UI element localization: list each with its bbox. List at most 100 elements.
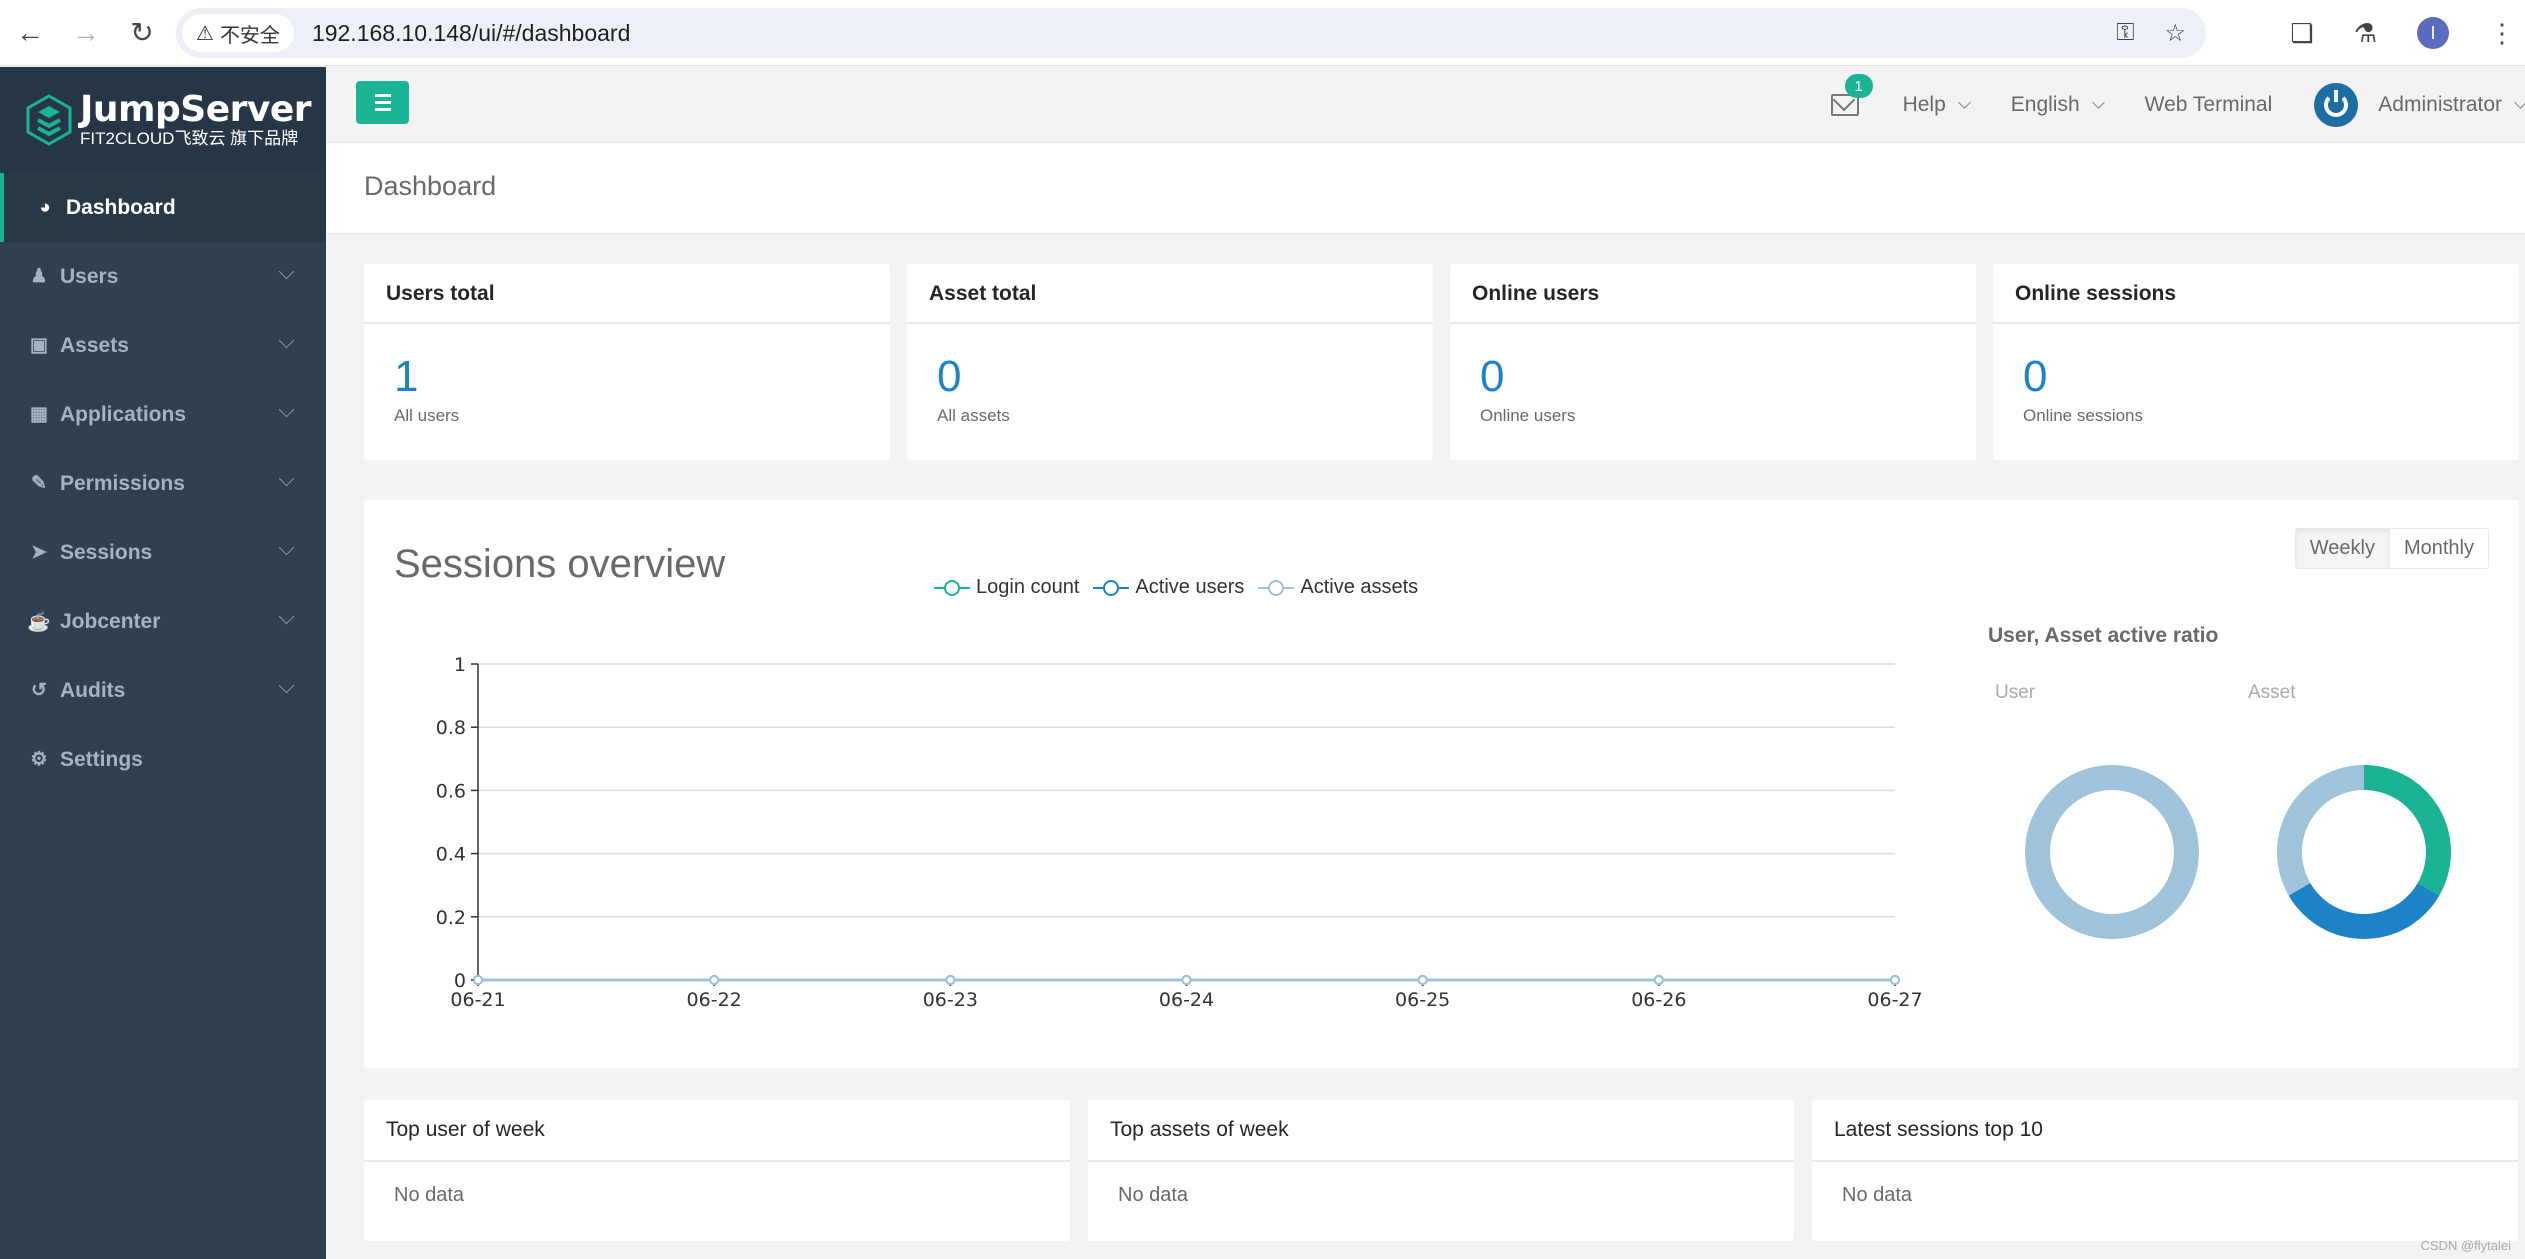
donut-slice — [2364, 765, 2452, 896]
sidebar-item-applications[interactable]: ▦ Applications — [0, 380, 326, 449]
chevron-down-icon — [1957, 95, 1971, 109]
data-point — [1890, 975, 1900, 985]
legend-line-circle-icon — [1258, 578, 1295, 598]
extensions-icon[interactable]: ❏ — [2290, 18, 2313, 49]
sidebar-item-users[interactable]: ♟ Users — [0, 242, 326, 311]
stat-value: 1 — [394, 352, 419, 401]
chevron-down-icon — [278, 263, 295, 280]
monthly-button[interactable]: Monthly — [2389, 529, 2488, 568]
card-title: Latest sessions top 10 — [1812, 1100, 2518, 1162]
sidebar-item-assets[interactable]: ▣ Assets — [0, 311, 326, 380]
stat-title: Users total — [364, 264, 890, 324]
web-terminal-link[interactable]: Web Terminal — [2145, 93, 2273, 117]
key-icon[interactable]: ⚿ — [2116, 19, 2134, 47]
web-terminal-label: Web Terminal — [2144, 93, 2273, 116]
x-tick-label: 06-22 — [687, 989, 742, 1011]
sidebar-menu: ◕ Dashboard ♟ Users ▣ Assets ▦ Applicati… — [0, 173, 326, 794]
chevron-down-icon — [2091, 95, 2105, 109]
notification-badge: 1 — [1844, 74, 1873, 98]
url-text[interactable]: 192.168.10.148/ui/#/dashboard — [312, 20, 630, 47]
user-dropdown[interactable]: Administrator — [2314, 83, 2525, 127]
top-user-card: Top user of week No data — [364, 1100, 1070, 1241]
stat-value: 0 — [1480, 352, 1505, 401]
reload-button[interactable]: ↻ — [116, 7, 168, 59]
x-tick-label: 06-27 — [1867, 989, 1922, 1011]
y-tick-label: 0.4 — [436, 844, 466, 866]
watermark: CSDN @flytalei — [2420, 1238, 2512, 1253]
profile-avatar[interactable]: I — [2417, 17, 2449, 49]
chevron-down-icon — [278, 332, 295, 349]
card-body: No data — [1118, 1184, 1189, 1206]
security-label: 不安全 — [219, 24, 280, 47]
card-body: No data — [394, 1184, 465, 1206]
language-label: English — [2010, 93, 2080, 116]
sidebar-item-permissions[interactable]: ✎ Permissions — [0, 449, 326, 518]
stat-title: Online sessions — [1993, 264, 2519, 324]
sidebar-item-sessions[interactable]: ➤ Sessions — [0, 518, 326, 587]
stat-card-online-users: Online users 0 Online users — [1450, 264, 1976, 460]
sidebar-item-audits[interactable]: ↺ Audits — [0, 656, 326, 725]
back-button[interactable]: ← — [4, 7, 56, 59]
y-tick-label: 0.6 — [436, 780, 466, 802]
x-tick-label: 06-24 — [1159, 989, 1214, 1011]
coffee-icon: ☕ — [27, 611, 51, 633]
card-title: Top user of week — [364, 1100, 1070, 1162]
users-icon: ♟ — [30, 266, 48, 287]
legend-item-active-users[interactable]: Active users — [1093, 576, 1244, 599]
gears-icon: ⚙ — [30, 749, 48, 770]
edit-icon: ✎ — [31, 473, 47, 494]
rocket-icon: ➤ — [31, 542, 47, 563]
stat-desc: Online sessions — [2023, 406, 2144, 425]
page-heading: Dashboard — [326, 143, 2525, 234]
chevron-down-icon — [278, 539, 295, 556]
sidebar-item-dashboard[interactable]: ◕ Dashboard — [0, 173, 326, 242]
browser-toolbar: ← → ↻ ⚠ 不安全 192.168.10.148/ui/#/dashboar… — [0, 0, 2525, 66]
sidebar-item-settings[interactable]: ⚙ Settings — [0, 725, 326, 794]
stat-card-asset-total: Asset total 0 All assets — [907, 264, 1433, 460]
security-chip[interactable]: ⚠ 不安全 — [182, 14, 294, 52]
donut-slice — [2277, 765, 2364, 896]
y-tick-label: 1 — [454, 654, 466, 676]
chevron-down-icon — [278, 677, 295, 694]
hamburger-icon — [374, 94, 391, 97]
sidebar-toggle-button[interactable] — [356, 81, 409, 124]
chevron-down-icon — [278, 470, 295, 487]
weekly-button[interactable]: Weekly — [2295, 529, 2390, 568]
language-dropdown[interactable]: English — [2010, 93, 2105, 117]
sessions-overview-panel: 0 0.2 0.4 0.6 0.8 1 06-21 06-22 06-23 06-24 06-25 0… — [364, 500, 2519, 1068]
sidebar-item-jobcenter[interactable]: ☕ Jobcenter — [0, 587, 326, 656]
legend-label: Active assets — [1300, 576, 1419, 598]
star-icon[interactable]: ☆ — [2164, 19, 2186, 48]
ratio-label-user: User — [1995, 682, 2036, 703]
ratio-title: User, Asset active ratio — [1988, 624, 2219, 647]
more-menu-icon[interactable]: ⋮ — [2489, 18, 2515, 49]
sidebar-item-label: Dashboard — [66, 195, 176, 219]
warning-icon: ⚠ — [196, 22, 214, 45]
help-label: Help — [1902, 93, 1946, 116]
stat-card-users-total: Users total 1 All users — [364, 264, 890, 460]
y-tick-label: 0.2 — [436, 907, 466, 929]
brand-name: JumpServer — [80, 89, 312, 130]
hamburger-icon-bar — [374, 108, 391, 111]
x-tick-label: 06-23 — [923, 989, 978, 1011]
data-point — [1417, 975, 1428, 985]
labs-flask-icon[interactable]: ⚗ — [2354, 18, 2377, 49]
top-assets-card: Top assets of week No data — [1088, 1100, 1794, 1241]
address-bar[interactable]: ⚠ 不安全 192.168.10.148/ui/#/dashboard ⚿ ☆ — [176, 8, 2206, 58]
data-point — [945, 975, 956, 985]
inbox-icon: ▣ — [30, 335, 48, 356]
help-dropdown[interactable]: Help — [1902, 93, 1971, 117]
dashboard-icon: ◕ — [39, 196, 51, 218]
legend-item-active-assets[interactable]: Active assets — [1258, 576, 1418, 599]
user-name: Administrator — [2378, 93, 2502, 116]
stat-desc: All users — [394, 406, 460, 425]
mail-icon[interactable]: 1 — [1830, 74, 1873, 116]
stat-title: Online users — [1450, 264, 1976, 324]
forward-button[interactable]: → — [60, 7, 112, 59]
page-title: Dashboard — [364, 171, 497, 201]
grid-icon: ▦ — [30, 404, 48, 425]
data-point — [473, 975, 483, 985]
chevron-down-icon — [2514, 95, 2525, 109]
logo[interactable]: JumpServer FIT2CLOUD飞致云 旗下品牌 — [0, 67, 326, 173]
legend-item-login-count[interactable]: Login count — [934, 576, 1079, 599]
